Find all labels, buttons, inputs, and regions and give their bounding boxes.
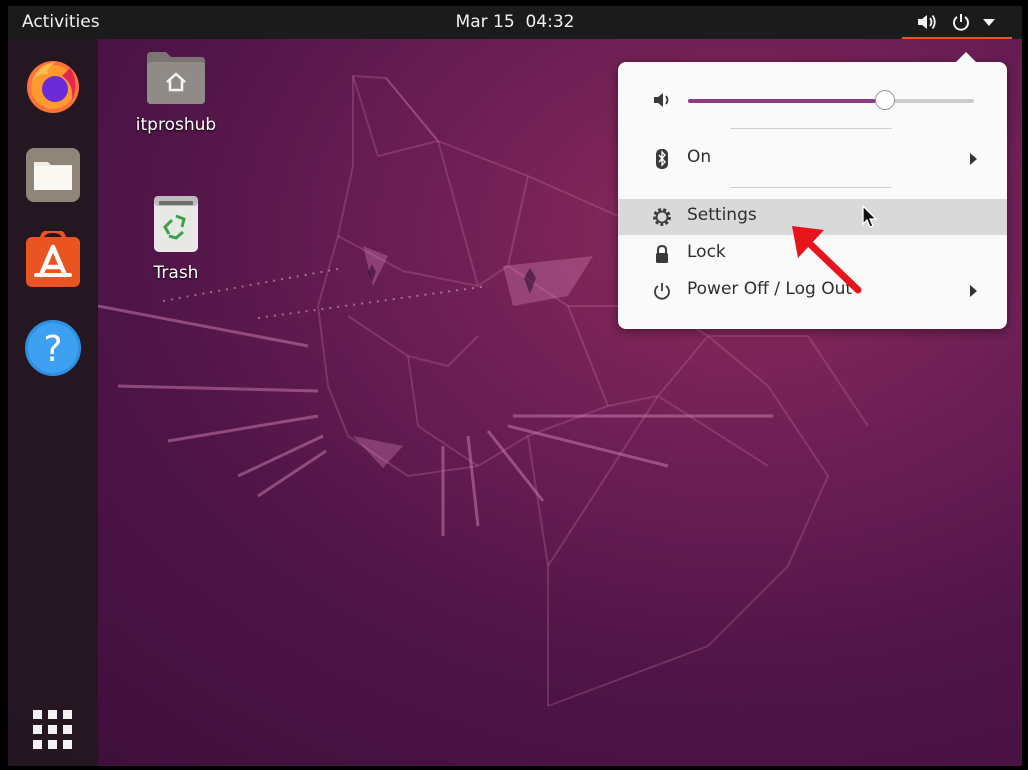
- power-icon: [654, 283, 670, 300]
- home-folder-icon: [147, 52, 205, 104]
- show-applications-button[interactable]: [22, 699, 84, 761]
- system-tray-button[interactable]: [902, 6, 1012, 39]
- files-icon: [26, 148, 80, 202]
- clock-button[interactable]: Mar 15 04:32: [456, 12, 575, 32]
- dock-firefox[interactable]: [22, 54, 84, 116]
- system-menu-pointer: [955, 52, 977, 63]
- desktop-home-folder-label: itproshub: [135, 115, 217, 135]
- show-applications-icon: [33, 710, 72, 749]
- clock-time: 04:32: [525, 12, 575, 32]
- volume-slider-fill: [688, 99, 886, 103]
- desktop-trash-label: Trash: [153, 263, 199, 283]
- dropdown-arrow-icon: [983, 19, 995, 26]
- volume-slider[interactable]: [688, 90, 974, 110]
- firefox-icon: [27, 61, 79, 113]
- separator: [730, 187, 892, 188]
- settings-gear-icon: [653, 208, 671, 226]
- trash-icon: [154, 196, 198, 252]
- bluetooth-icon: [656, 149, 668, 169]
- desktop-screen: Activities Mar 15 04:32 ? itproshub Tras…: [8, 6, 1022, 766]
- tray-active-indicator: [902, 37, 1012, 39]
- clock-date: Mar 15: [455, 12, 515, 32]
- top-bar: Activities Mar 15 04:32: [8, 6, 1022, 39]
- dock-ubuntu-software[interactable]: [22, 228, 84, 293]
- volume-icon: [918, 14, 936, 30]
- dock: ?: [8, 39, 98, 766]
- svg-text:?: ?: [43, 329, 62, 370]
- volume-icon: [654, 93, 669, 107]
- bluetooth-menu-item[interactable]: On: [618, 141, 1007, 177]
- software-icon: [26, 228, 80, 287]
- activities-button[interactable]: Activities: [22, 12, 100, 32]
- submenu-arrow-icon: [970, 153, 977, 165]
- dock-files[interactable]: [22, 144, 84, 206]
- dock-help[interactable]: ?: [22, 317, 84, 379]
- volume-slider-handle[interactable]: [875, 90, 896, 110]
- lock-icon: [656, 244, 668, 263]
- settings-label: Settings: [687, 205, 757, 225]
- power-icon: [953, 14, 969, 31]
- lock-label: Lock: [687, 242, 726, 262]
- separator: [730, 128, 892, 129]
- desktop-trash[interactable]: Trash: [126, 194, 226, 283]
- help-icon: ?: [25, 320, 81, 376]
- submenu-arrow-icon: [970, 285, 977, 297]
- bluetooth-status-label: On: [687, 147, 712, 167]
- annotation-arrow-icon: [792, 226, 862, 294]
- desktop-home-folder[interactable]: itproshub: [126, 50, 226, 135]
